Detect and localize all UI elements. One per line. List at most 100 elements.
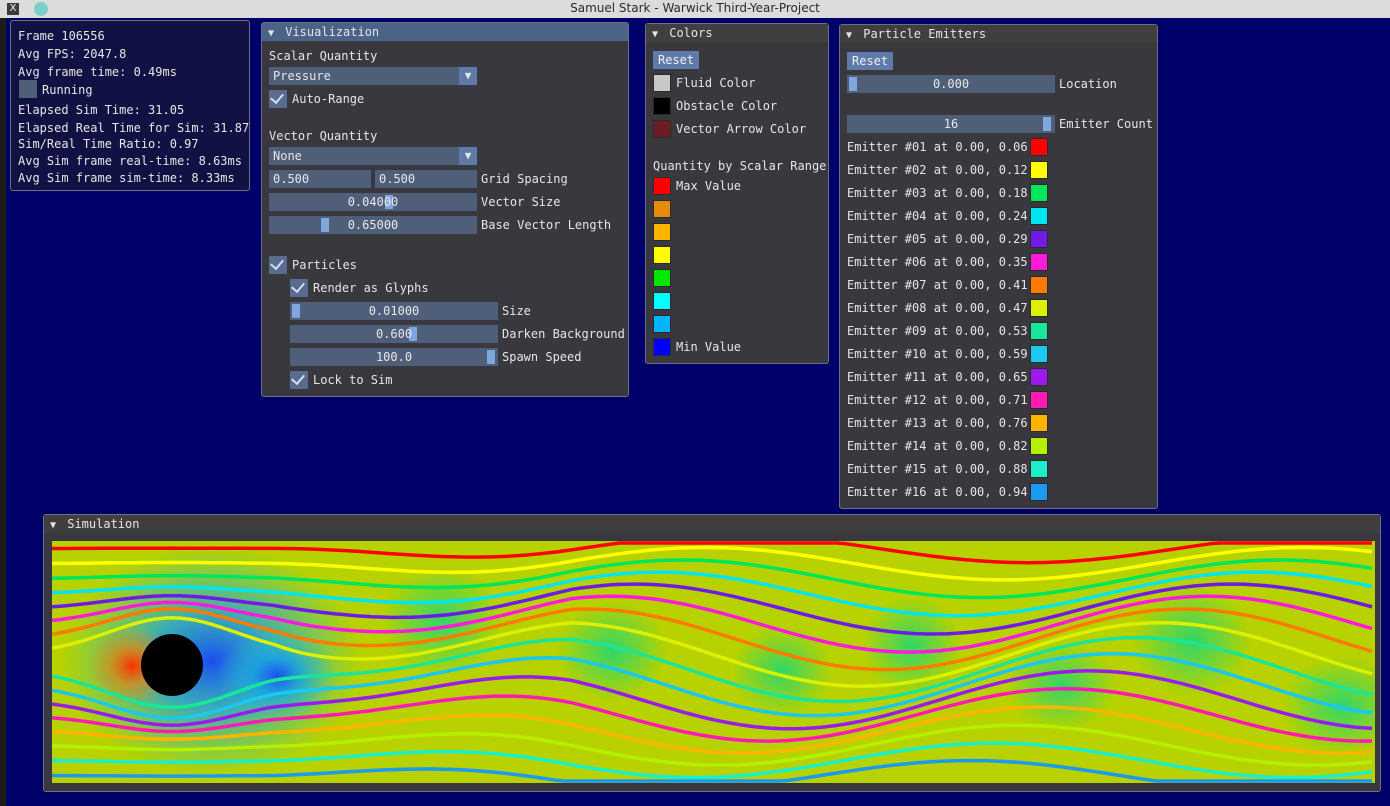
- scalar-range-swatch[interactable]: [653, 200, 671, 218]
- emitter-label: Emitter #08 at 0.00, 0.47: [847, 301, 1028, 315]
- avg-fps: Avg FPS: 2047.8: [18, 47, 127, 61]
- spawn-speed-value: 100.0: [375, 350, 413, 364]
- avg-sim-sim: Avg Sim frame sim-time: 8.33ms: [18, 171, 235, 185]
- slider-grab[interactable]: [321, 218, 329, 232]
- render-glyphs-checkbox[interactable]: [290, 278, 308, 297]
- emitter-color-swatch[interactable]: [1030, 299, 1048, 317]
- simulation-header[interactable]: ▼ Simulation: [44, 515, 1380, 533]
- emitter-label: Emitter #07 at 0.00, 0.41: [847, 278, 1028, 292]
- emitter-color-swatch[interactable]: [1030, 391, 1048, 409]
- visualization-window: ▼ Visualization Scalar Quantity Pressure…: [261, 22, 629, 397]
- collapse-triangle-icon[interactable]: ▼: [50, 517, 60, 535]
- vector-size-value: 0.04000: [347, 195, 399, 209]
- auto-range-label: Auto-Range: [292, 92, 365, 106]
- emitter-color-swatch[interactable]: [1030, 276, 1048, 294]
- slider-grab[interactable]: [487, 350, 495, 364]
- simulation-view[interactable]: [52, 541, 1375, 783]
- emitter-color-swatch[interactable]: [1030, 322, 1048, 340]
- emitter-color-swatch[interactable]: [1030, 161, 1048, 179]
- base-vector-length-value: 0.65000: [347, 218, 399, 232]
- running-checkbox[interactable]: [19, 80, 37, 98]
- emitter-color-swatch[interactable]: [1030, 184, 1048, 202]
- particle-emitters-window: ▼ Particle Emitters Reset 0.000 Location…: [839, 24, 1158, 509]
- emitter-label: Emitter #16 at 0.00, 0.94: [847, 485, 1028, 499]
- emitter-label: Emitter #05 at 0.00, 0.29: [847, 232, 1028, 246]
- particles-checkbox[interactable]: [269, 255, 287, 274]
- window-titlebar: X Samuel Stark - Warwick Third-Year-Proj…: [0, 0, 1390, 18]
- emitter-color-swatch[interactable]: [1030, 345, 1048, 363]
- chevron-down-icon: ▼: [459, 147, 477, 165]
- emitter-label: Emitter #02 at 0.00, 0.12: [847, 163, 1028, 177]
- avg-sim-real: Avg Sim frame real-time: 8.63ms: [18, 154, 242, 168]
- collapse-triangle-icon[interactable]: ▼: [846, 27, 856, 45]
- particles-label: Particles: [292, 258, 358, 272]
- collapse-triangle-icon[interactable]: ▼: [268, 25, 278, 43]
- spawn-speed-slider[interactable]: 100.0: [290, 348, 498, 366]
- simulation-window: ▼ Simulation: [43, 514, 1381, 792]
- emitter-label: Emitter #15 at 0.00, 0.88: [847, 462, 1028, 476]
- particle-size-value: 0.01000: [368, 304, 420, 318]
- emitter-color-swatch[interactable]: [1030, 207, 1048, 225]
- emitter-label: Emitter #12 at 0.00, 0.71: [847, 393, 1028, 407]
- colors-header[interactable]: ▼ Colors: [646, 24, 828, 42]
- particle-size-slider[interactable]: 0.01000: [290, 302, 498, 320]
- fluid-color-label: Fluid Color: [676, 76, 756, 90]
- left-edge: [0, 18, 6, 806]
- stats-overlay: Frame 106556 Avg FPS: 2047.8 Avg frame t…: [10, 20, 250, 191]
- simulation-title: Simulation: [67, 517, 140, 531]
- scalar-range-swatch[interactable]: [653, 338, 671, 356]
- emitter-label: Emitter #03 at 0.00, 0.18: [847, 186, 1028, 200]
- slider-grab[interactable]: [849, 77, 857, 91]
- scalar-range-swatch[interactable]: [653, 246, 671, 264]
- lock-to-sim-checkbox[interactable]: [290, 370, 308, 389]
- grid-spacing-x-input[interactable]: 0.500: [269, 170, 371, 188]
- colors-reset-button[interactable]: Reset: [653, 51, 700, 69]
- emitter-color-swatch[interactable]: [1030, 368, 1048, 386]
- emitters-header[interactable]: ▼ Particle Emitters: [840, 25, 1157, 43]
- lock-to-sim-label: Lock to Sim: [313, 373, 393, 387]
- emitter-label: Emitter #09 at 0.00, 0.53: [847, 324, 1028, 338]
- scalar-range-title: Quantity by Scalar Range: [653, 159, 827, 173]
- colors-window: ▼ Colors Reset Fluid Color Obstacle Colo…: [645, 23, 829, 364]
- scalar-quantity-select[interactable]: Pressure ▼: [269, 67, 477, 85]
- emitters-reset-button[interactable]: Reset: [847, 52, 894, 70]
- scalar-range-swatch[interactable]: [653, 269, 671, 287]
- vector-arrow-color-swatch[interactable]: [653, 120, 671, 138]
- emitter-color-swatch[interactable]: [1030, 138, 1048, 156]
- darken-background-label: Darken Background: [502, 327, 625, 341]
- emitter-color-swatch[interactable]: [1030, 253, 1048, 271]
- collapse-triangle-icon[interactable]: ▼: [652, 26, 662, 44]
- scalar-range-swatch[interactable]: [653, 292, 671, 310]
- obstacle-color-swatch[interactable]: [653, 97, 671, 115]
- scalar-range-swatch[interactable]: [653, 315, 671, 333]
- visualization-header[interactable]: ▼ Visualization: [262, 23, 628, 41]
- max-value-label: Max Value: [676, 179, 742, 193]
- scalar-range-swatch[interactable]: [653, 223, 671, 241]
- emitter-count-slider[interactable]: 16: [847, 115, 1055, 133]
- base-vector-length-slider[interactable]: 0.65000: [269, 216, 477, 234]
- auto-range-checkbox[interactable]: [269, 89, 287, 108]
- emitter-color-swatch[interactable]: [1030, 483, 1048, 501]
- emitter-color-swatch[interactable]: [1030, 460, 1048, 478]
- emitters-title: Particle Emitters: [863, 27, 987, 41]
- emitter-color-swatch[interactable]: [1030, 437, 1048, 455]
- darken-background-value: 0.600: [375, 327, 413, 341]
- scalar-range-swatch[interactable]: [653, 177, 671, 195]
- darken-background-slider[interactable]: 0.600: [290, 325, 498, 343]
- grid-spacing-y-input[interactable]: 0.500: [375, 170, 477, 188]
- scalar-quantity-label: Scalar Quantity: [269, 49, 378, 63]
- slider-grab[interactable]: [1043, 117, 1051, 131]
- location-slider[interactable]: 0.000: [847, 75, 1055, 93]
- vector-quantity-select[interactable]: None ▼: [269, 147, 477, 165]
- emitter-label: Emitter #01 at 0.00, 0.06: [847, 140, 1028, 154]
- colors-title: Colors: [669, 26, 713, 40]
- emitter-label: Emitter #06 at 0.00, 0.35: [847, 255, 1028, 269]
- fluid-color-swatch[interactable]: [653, 74, 671, 92]
- slider-grab[interactable]: [292, 304, 300, 318]
- vector-quantity-label: Vector Quantity: [269, 129, 378, 143]
- emitter-color-swatch[interactable]: [1030, 230, 1048, 248]
- visualization-title: Visualization: [285, 25, 380, 39]
- emitter-color-swatch[interactable]: [1030, 414, 1048, 432]
- base-vector-length-label: Base Vector Length: [481, 218, 612, 232]
- vector-size-slider[interactable]: 0.04000: [269, 193, 477, 211]
